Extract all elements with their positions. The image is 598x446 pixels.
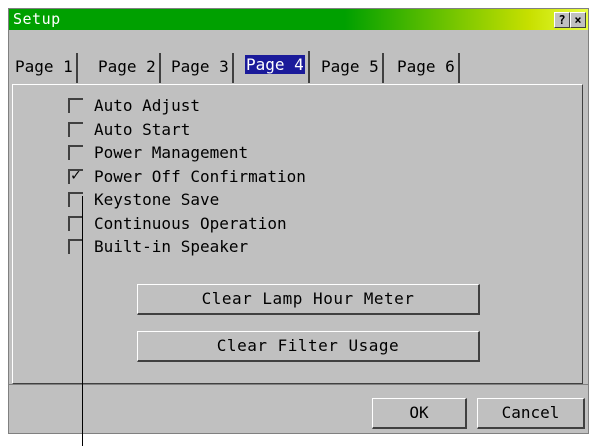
options-list: Auto Adjust Auto Start Power Management … <box>62 94 382 259</box>
checkbox[interactable] <box>68 239 83 254</box>
check-icon: ✓ <box>71 164 81 184</box>
window-title: Setup <box>13 10 61 28</box>
option-label: Auto Start <box>94 119 191 139</box>
option-built-in-speaker[interactable]: Built-in Speaker <box>62 235 382 259</box>
tab-label: Page 6 <box>397 57 455 76</box>
tab-page-2[interactable]: Page 2 <box>95 53 161 83</box>
option-label: Auto Adjust <box>94 96 200 115</box>
checkbox[interactable] <box>68 98 83 113</box>
close-button[interactable]: × <box>570 12 586 28</box>
cancel-button[interactable]: Cancel <box>477 398 585 429</box>
tab-page-6[interactable]: Page 6 <box>394 53 460 83</box>
callout-line <box>82 196 83 446</box>
tab-label: Page 2 <box>98 57 156 76</box>
clear-lamp-hour-meter-button[interactable]: Clear Lamp Hour Meter <box>137 284 480 315</box>
tab-label: Page 1 <box>15 57 73 76</box>
tab-label: Page 3 <box>171 57 229 76</box>
tab-page-4[interactable]: Page 4 <box>242 51 310 83</box>
tab-strip: Page 1 Page 2 Page 3 Page 4 Page 5 Page … <box>12 48 582 83</box>
help-button[interactable]: ? <box>554 12 570 28</box>
ok-button[interactable]: OK <box>372 398 467 429</box>
tab-page-5[interactable]: Page 5 <box>318 53 384 83</box>
tab-page-1[interactable]: Page 1 <box>12 53 78 83</box>
checkbox[interactable]: ✓ <box>68 164 83 184</box>
tab-page-3[interactable]: Page 3 <box>168 53 234 83</box>
option-power-management[interactable]: Power Management <box>62 141 382 165</box>
option-auto-adjust[interactable]: Auto Adjust <box>62 94 382 118</box>
clear-filter-usage-button[interactable]: Clear Filter Usage <box>137 331 480 362</box>
option-label: Keystone Save <box>94 190 220 209</box>
option-continuous-operation[interactable]: Continuous Operation <box>62 212 382 236</box>
checkbox[interactable] <box>68 145 83 160</box>
checkbox[interactable] <box>68 192 83 207</box>
checkbox[interactable] <box>68 215 83 231</box>
title-bar[interactable]: Setup ? × <box>9 9 588 30</box>
option-label: Power Off Confirmation <box>94 166 306 186</box>
tab-label: Page 4 <box>245 55 305 74</box>
option-label: Continuous Operation <box>94 213 287 233</box>
option-auto-start[interactable]: Auto Start <box>62 118 382 142</box>
option-label: Power Management <box>94 143 249 162</box>
tab-label: Page 5 <box>321 57 379 76</box>
option-label: Built-in Speaker <box>94 237 249 256</box>
checkbox[interactable] <box>68 121 83 137</box>
footer-divider <box>8 384 589 385</box>
option-power-off-confirmation[interactable]: ✓ Power Off Confirmation <box>62 165 382 189</box>
option-keystone-save[interactable]: Keystone Save <box>62 188 382 212</box>
